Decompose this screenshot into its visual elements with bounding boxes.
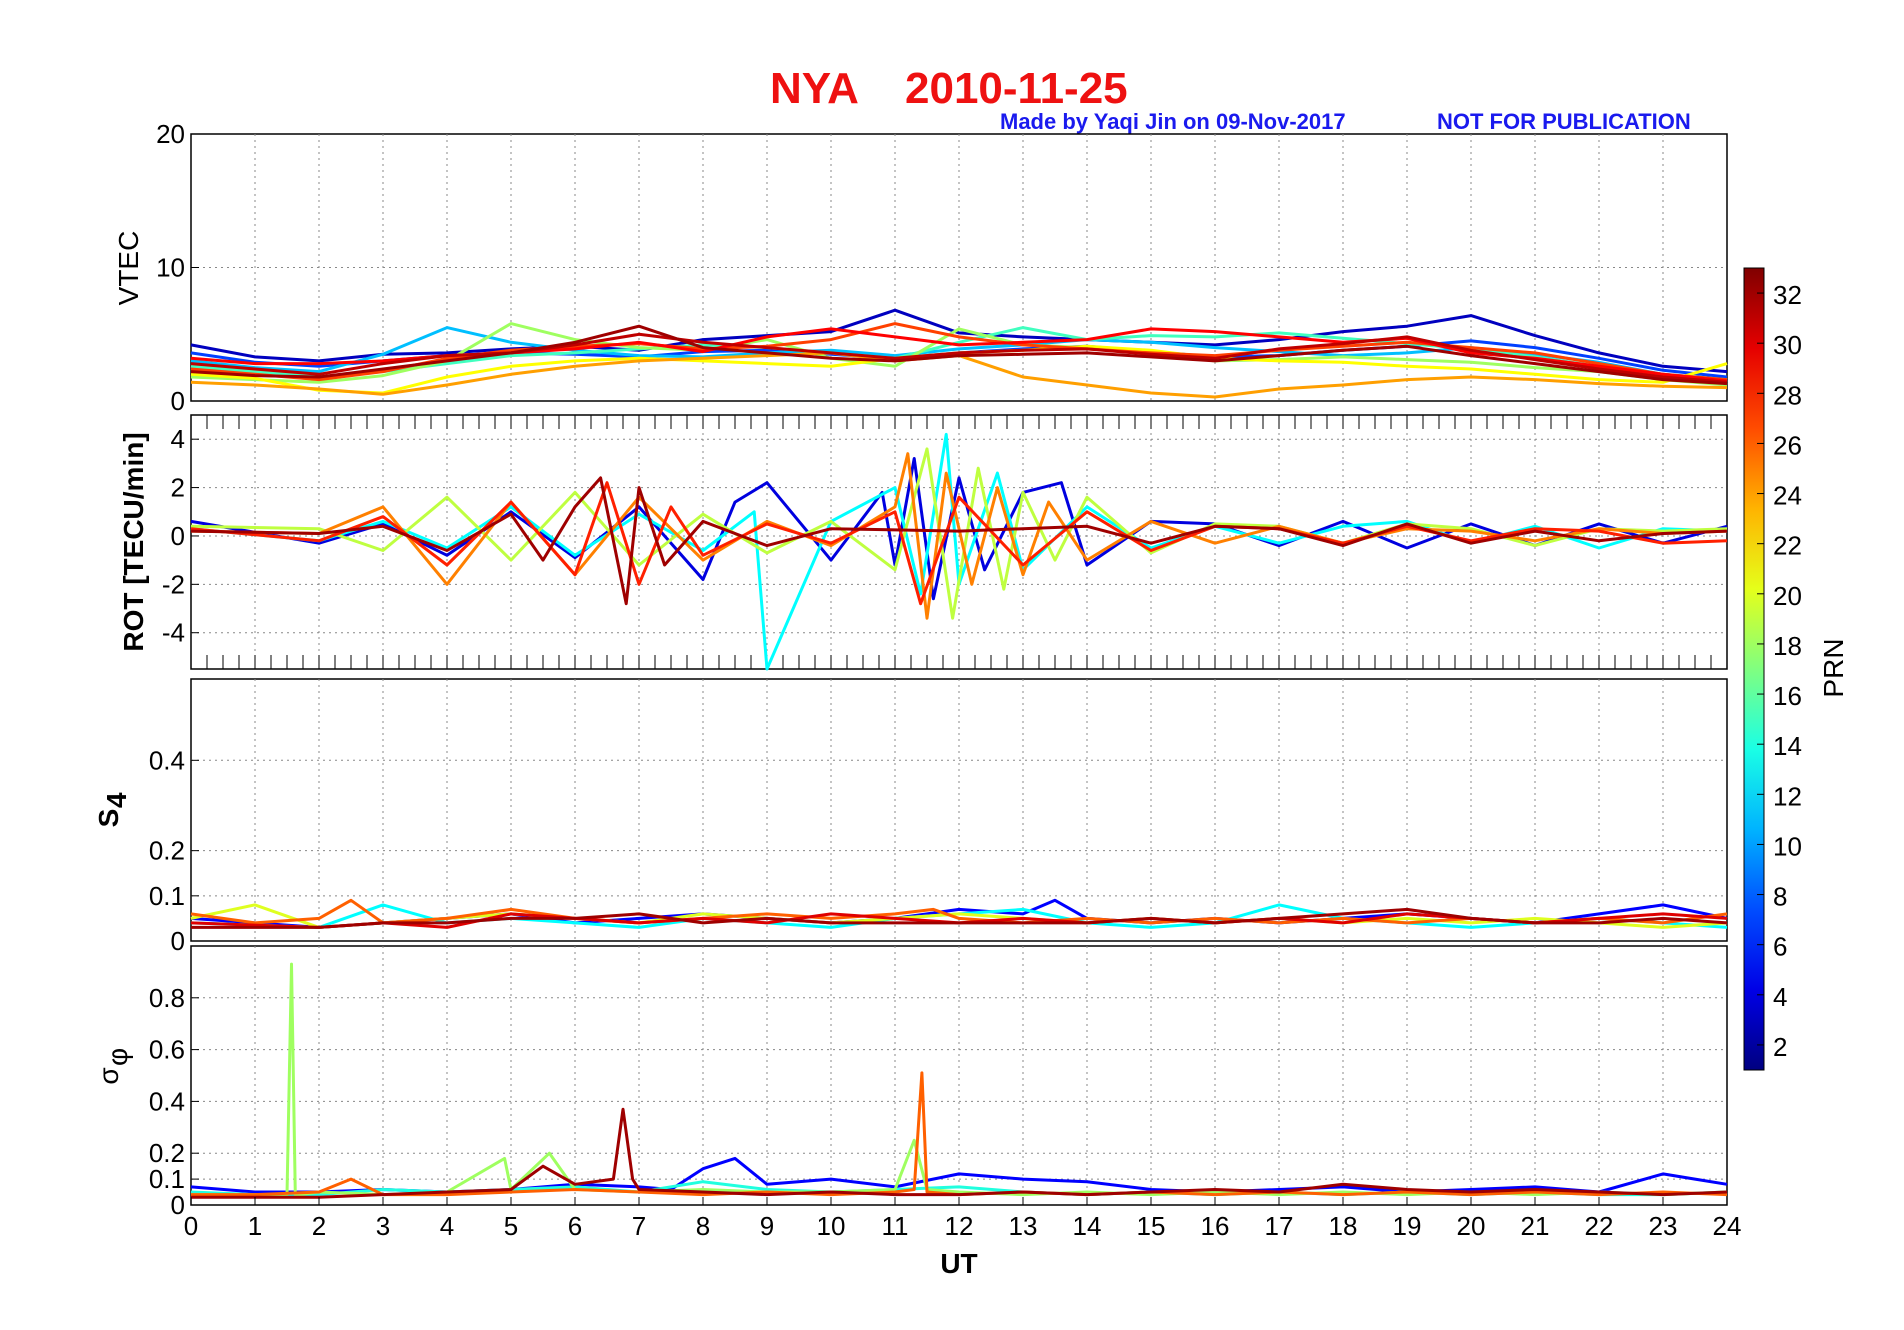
x-tick-label: 15 (1137, 1211, 1166, 1241)
colorbar-tick-label: 26 (1773, 430, 1802, 460)
sigma-phi-frame (190, 945, 1728, 1206)
x-tick-label: 13 (1009, 1211, 1038, 1241)
y-tick-label: 4 (171, 424, 185, 454)
rot-ylabel: ROT [TECU/min] (118, 432, 149, 651)
x-tick-label: 0 (184, 1211, 198, 1241)
y-tick-label: 0 (171, 926, 185, 956)
y-tick-label: 0.1 (149, 881, 185, 911)
y-tick-label: 0.6 (149, 1035, 185, 1065)
colorbar-tick-label: 20 (1773, 581, 1802, 611)
x-tick-label: 7 (632, 1211, 646, 1241)
sigma-phi-ylabel-sub: φ (102, 1048, 133, 1066)
x-tick-label: 22 (1585, 1211, 1614, 1241)
x-tick-label: 3 (376, 1211, 390, 1241)
x-tick-label: 18 (1329, 1211, 1358, 1241)
colorbar-tick-label: 14 (1773, 731, 1802, 761)
colorbar-tick-label: 30 (1773, 330, 1802, 360)
vtec-panel: 0 10 20 VTEC (113, 119, 1728, 416)
s4-ylabel-main: S (93, 809, 124, 828)
x-tick-label: 9 (760, 1211, 774, 1241)
colorbar-tick-label: 10 (1773, 831, 1802, 861)
x-tick-label: 24 (1713, 1211, 1742, 1241)
y-tick-label: 0.1 (149, 1164, 185, 1194)
x-tick-label: 14 (1073, 1211, 1102, 1241)
y-tick-label: -4 (162, 618, 185, 648)
colorbar-tick-label: 4 (1773, 982, 1787, 1012)
colorbar-tick-label: 2 (1773, 1032, 1787, 1062)
x-tick-label: 12 (945, 1211, 974, 1241)
figure: NYA 2010-11-25 Made by Yaqi Jin on 09-No… (93, 64, 1849, 1279)
y-tick-label: -2 (162, 569, 185, 599)
sigma-phi-ylabel-main: σ (93, 1067, 124, 1084)
y-tick-label: 0.4 (149, 1086, 185, 1116)
s4-ylabel-sub: 4 (101, 792, 132, 808)
colorbar-tick-label: 28 (1773, 380, 1802, 410)
rot-panel: -4 -2 0 2 4 ROT [TECU/min] (118, 414, 1728, 671)
colorbar-tick-label: 18 (1773, 631, 1802, 661)
x-tick-label: 5 (504, 1211, 518, 1241)
colorbar-tick-label: 32 (1773, 280, 1802, 310)
x-tick-label: 4 (440, 1211, 454, 1241)
x-tick-label: 17 (1265, 1211, 1294, 1241)
y-tick-label: 20 (156, 119, 185, 149)
x-tick-label: 2 (312, 1211, 326, 1241)
colorbar-tick-label: 24 (1773, 481, 1802, 511)
colorbar-gradient (1743, 267, 1765, 1071)
x-tick-label: 8 (696, 1211, 710, 1241)
y-tick-label: 0 (171, 386, 185, 416)
vtec-ylabel: VTEC (113, 231, 144, 306)
y-tick-label: 2 (171, 473, 185, 503)
ut-xlabel: UT (940, 1248, 977, 1279)
x-tick-label: 19 (1393, 1211, 1422, 1241)
publication-notice: NOT FOR PUBLICATION (1437, 109, 1691, 134)
station-title: NYA (770, 64, 859, 113)
colorbar-tick-label: 6 (1773, 932, 1787, 962)
x-tick-label: 21 (1521, 1211, 1550, 1241)
x-tick-label: 16 (1201, 1211, 1230, 1241)
y-tick-label: 0.2 (149, 1138, 185, 1168)
sigma-phi-panel: 00.10.20.40.60.8 σ φ 0 1 2 3 4 5 6 7 8 9 10 11 12 13 1… (93, 945, 1742, 1279)
prn-colorbar: 2468101214161820222426283032 PRN (1743, 267, 1849, 1071)
colorbar-label: PRN (1818, 638, 1849, 697)
x-tick-label: 20 (1457, 1211, 1486, 1241)
x-tick-label: 1 (248, 1211, 262, 1241)
sigma-phi-ylabel: σ φ (93, 1048, 133, 1085)
x-tick-label: 10 (817, 1211, 846, 1241)
date-title: 2010-11-25 (905, 64, 1128, 113)
s4-ylabel: S 4 (93, 792, 132, 827)
s4-panel: 0 0.1 0.2 0.4 S 4 (93, 678, 1728, 956)
y-tick-label: 0.2 (149, 836, 185, 866)
y-tick-label: 10 (156, 253, 185, 283)
x-tick-label: 11 (882, 1211, 909, 1241)
x-tick-label: 23 (1649, 1211, 1678, 1241)
colorbar-tick-label: 12 (1773, 781, 1802, 811)
y-tick-label: 0.4 (149, 745, 185, 775)
colorbar-tick-label: 16 (1773, 681, 1802, 711)
x-tick-label: 6 (568, 1211, 582, 1241)
y-tick-label: 0 (171, 521, 185, 551)
colorbar-tick-label: 8 (1773, 882, 1787, 912)
colorbar-tick-label: 22 (1773, 531, 1802, 561)
y-tick-label: 0.8 (149, 983, 185, 1013)
credit-note: Made by Yaqi Jin on 09-Nov-2017 (1000, 109, 1346, 134)
